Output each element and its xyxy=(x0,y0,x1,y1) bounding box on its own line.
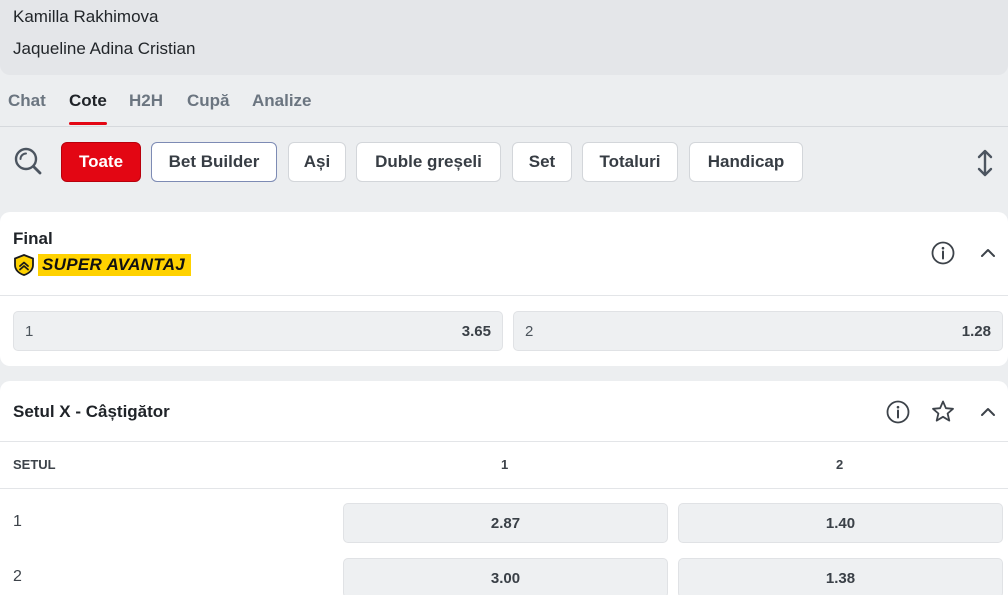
chevron-up-icon[interactable] xyxy=(975,240,1001,266)
tab-h2h[interactable]: H2H xyxy=(129,91,163,111)
chevron-up-icon[interactable] xyxy=(975,399,1001,425)
star-icon[interactable] xyxy=(930,399,956,425)
odd-value: 1.40 xyxy=(825,515,856,532)
player-away: Jaqueline Adina Cristian xyxy=(13,39,196,58)
info-icon[interactable] xyxy=(930,240,956,266)
set-row-label: 1 xyxy=(13,513,22,530)
super-avantaj-badge: SUPER AVANTAJ xyxy=(13,253,192,277)
shield-chevrons-icon xyxy=(14,254,34,276)
market-set-winner: Setul X - Câștigător SETUL 1 2 1 2.87 1.… xyxy=(0,381,1008,595)
column-header-set: SETUL xyxy=(13,457,56,472)
divider xyxy=(0,488,1008,489)
market-title: Setul X - Câștigător xyxy=(13,402,170,421)
odd-button[interactable]: 1.40 xyxy=(678,503,1003,543)
player-home: Kamilla Rakhimova xyxy=(13,7,159,26)
filter-chip-bet-builder[interactable]: Bet Builder xyxy=(151,142,277,182)
odd-value: 1.28 xyxy=(961,323,991,340)
set-row-label: 2 xyxy=(13,568,22,585)
filter-chip-asi[interactable]: Ași xyxy=(288,142,346,182)
odd-button[interactable]: 2 1.28 xyxy=(513,311,1003,351)
market-title: Final xyxy=(13,229,53,248)
filter-chip-set[interactable]: Set xyxy=(512,142,572,182)
search-icon[interactable] xyxy=(12,145,44,177)
tab-chat[interactable]: Chat xyxy=(8,91,46,111)
tab-cote[interactable]: Cote xyxy=(69,91,107,125)
odd-value: 2.87 xyxy=(490,515,521,532)
divider xyxy=(0,441,1008,442)
tab-analize[interactable]: Analize xyxy=(252,91,312,111)
match-header: Kamilla Rakhimova Jaqueline Adina Cristi… xyxy=(0,0,1008,75)
odd-button[interactable]: 2.87 xyxy=(343,503,668,543)
info-icon[interactable] xyxy=(885,399,911,425)
market-filters: Toate Bet Builder Ași Duble greșeli Set … xyxy=(0,128,1008,198)
market-final: Final SUPER AVANTAJ 1 3.65 2 1.28 xyxy=(0,212,1008,366)
tab-bar: Chat Cote H2H Cupă Analize xyxy=(0,75,1008,127)
tab-cupa[interactable]: Cupă xyxy=(187,91,230,111)
divider xyxy=(0,295,1008,296)
filter-chip-handicap[interactable]: Handicap xyxy=(689,142,803,182)
filter-chip-duble-greseli[interactable]: Duble greșeli xyxy=(356,142,501,182)
odd-label: 1 xyxy=(25,323,34,340)
badge-label: SUPER AVANTAJ xyxy=(38,254,192,276)
column-header-1: 1 xyxy=(501,457,509,472)
filter-chip-toate[interactable]: Toate xyxy=(61,142,141,182)
odd-button[interactable]: 3.00 xyxy=(343,558,668,595)
odd-value: 3.65 xyxy=(461,323,491,340)
filter-chip-totaluri[interactable]: Totaluri xyxy=(582,142,678,182)
odd-button[interactable]: 1 3.65 xyxy=(13,311,503,351)
odd-value: 1.38 xyxy=(825,570,856,587)
odd-label: 2 xyxy=(525,323,534,340)
odd-button[interactable]: 1.38 xyxy=(678,558,1003,595)
column-header-2: 2 xyxy=(836,457,844,472)
odd-value: 3.00 xyxy=(490,570,521,587)
expand-vertical-icon[interactable] xyxy=(974,148,996,178)
